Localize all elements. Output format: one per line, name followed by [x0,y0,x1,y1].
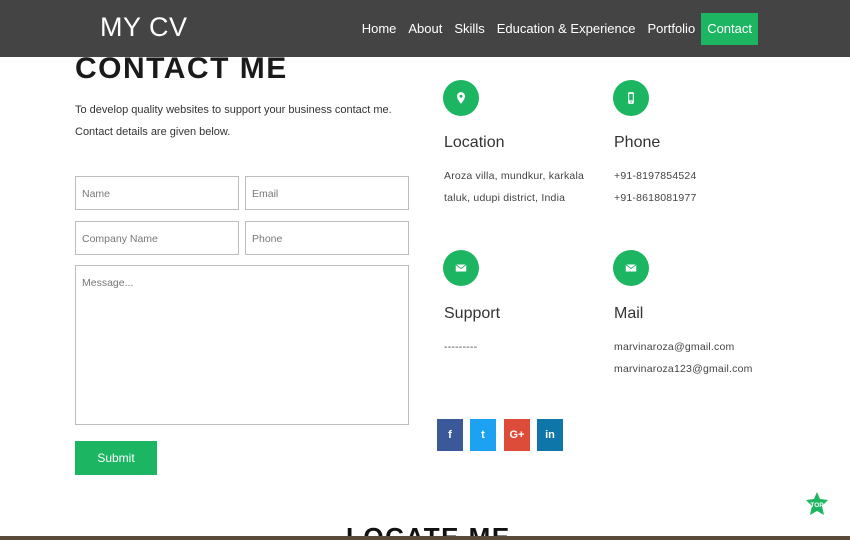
submit-button[interactable]: Submit [75,441,157,475]
nav-home[interactable]: Home [356,13,403,45]
navbar: MY CV Home About Skills Education & Expe… [0,0,850,57]
twitter-icon[interactable]: t [470,419,496,451]
nav-portfolio[interactable]: Portfolio [641,13,701,45]
map-pin-icon [443,80,479,116]
support-line-1: --------- [444,341,478,353]
contact-intro: To develop quality websites to support y… [75,104,392,138]
mail-line-2[interactable]: marvinaroza123@gmail.com [614,358,753,380]
nav-skills[interactable]: Skills [448,13,490,45]
nav-education-experience[interactable]: Education & Experience [491,13,642,45]
phone-title: Phone [614,134,661,151]
linkedin-icon[interactable]: in [537,419,563,451]
support-title: Support [444,305,501,322]
phone-line-1: +91-8197854524 [614,170,697,182]
phone-line-2: +91-8618081977 [614,192,697,204]
envelope-icon [443,250,479,286]
brand-logo[interactable]: MY CV [100,12,188,43]
mail-line-1[interactable]: marvinaroza@gmail.com [614,336,734,358]
mail-title: Mail [614,305,644,322]
nav-contact[interactable]: Contact [701,13,758,45]
facebook-icon[interactable]: f [437,419,463,451]
email-field[interactable]: Email [245,176,409,210]
top-label: TOP [810,502,824,509]
map-strip [0,536,850,540]
contact-title: CONTACT ME [75,52,288,85]
nav-menu: Home About Skills Education & Experience… [356,13,758,45]
nav-about[interactable]: About [402,13,448,45]
name-field[interactable]: Name [75,176,239,210]
mobile-phone-icon [613,80,649,116]
location-line-1: Aroza villa, mundkur, karkala [444,170,585,182]
google-plus-icon[interactable]: G+ [504,419,530,451]
location-line-2: taluk, udupi district, India [444,192,566,204]
phone-field[interactable]: Phone [245,221,409,255]
company-name-field[interactable]: Company Name [75,221,239,255]
back-to-top-button[interactable]: TOP [806,492,828,516]
message-textarea[interactable]: Message... [75,265,409,425]
location-title: Location [444,134,505,151]
envelope-icon [613,250,649,286]
